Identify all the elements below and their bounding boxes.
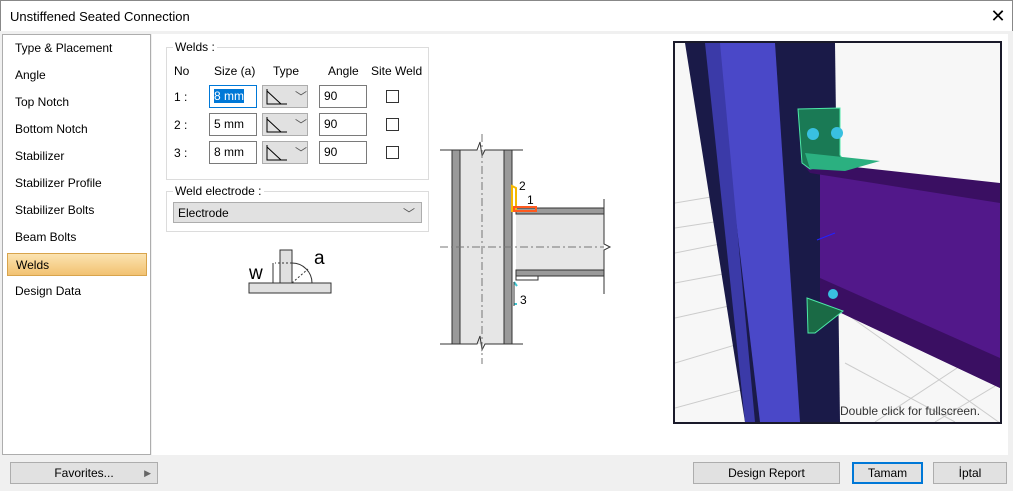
weld-size-value: 5 mm [214,117,244,131]
weld-label-3: 3 [520,293,527,307]
sidebar: Type & Placement Angle Top Notch Bottom Not… [2,34,151,455]
header-size: Size (a) [214,64,256,78]
electrode-value: Electrode [178,206,229,220]
chevron-down-icon: ﹀ [295,118,308,132]
weld-type-select[interactable]: ﹀ [262,141,308,164]
site-weld-checkbox[interactable] [386,118,399,131]
favorites-button[interactable]: Favorites... ▶ [10,462,158,484]
header-angle: Angle [328,64,359,78]
fullscreen-hint: Double click for fullscreen. [840,404,981,418]
chevron-right-icon: ▶ [144,468,151,478]
sidebar-item-design-data[interactable]: Design Data [7,280,147,303]
sidebar-item-beam-bolts[interactable]: Beam Bolts [7,226,147,249]
weld-size-value: 8 mm [214,89,244,103]
close-icon[interactable]: ✕ [987,5,1009,27]
weld-angle-input[interactable]: 90 [319,113,367,136]
electrode-select[interactable]: Electrode ﹀ [173,202,422,223]
window-title: Unstiffened Seated Connection [10,9,190,24]
design-report-button[interactable]: Design Report [693,462,840,484]
weld-row-no: 3 : [174,146,188,160]
fillet-weld-icon [266,117,287,133]
fillet-weld-icon [266,89,287,105]
electrode-legend: Weld electrode : [175,184,262,198]
sidebar-item-welds[interactable]: Welds [7,253,147,276]
sidebar-item-bottom-notch[interactable]: Bottom Notch [7,118,147,141]
sidebar-item-stabilizer[interactable]: Stabilizer [7,145,147,168]
welds-legend: Welds : [175,40,215,54]
weld-angle-input[interactable]: 90 [319,141,367,164]
site-weld-checkbox[interactable] [386,146,399,159]
favorites-label: Favorites... [54,466,114,480]
weld-type-select[interactable]: ﹀ [262,85,308,108]
connection-section-drawing: 2 1 3 [440,134,612,364]
fillet-weld-icon [266,145,287,161]
weld-label-2: 2 [519,179,526,193]
sidebar-item-stabilizer-profile[interactable]: Stabilizer Profile [7,172,147,195]
3d-model-view [675,43,1000,422]
chevron-down-icon: ﹀ [295,90,308,104]
header-type: Type [273,64,300,78]
sidebar-item-stabilizer-bolts[interactable]: Stabilizer Bolts [7,199,147,222]
header-no: No [174,64,190,78]
a-label: a [314,248,325,269]
header-site-weld: Site Weld [371,64,423,78]
site-weld-checkbox[interactable] [386,90,399,103]
sidebar-item-type-placement[interactable]: Type & Placement [7,37,147,60]
weld-label-1: 1 [527,193,534,207]
weld-type-select[interactable]: ﹀ [262,113,308,136]
weld-size-input[interactable]: 8 mm [209,85,257,108]
chevron-down-icon: ﹀ [295,146,308,160]
ok-button[interactable]: Tamam [852,462,923,484]
weld-size-input[interactable]: 8 mm [209,141,257,164]
weld-row-no: 2 : [174,118,188,132]
weld-angle-input[interactable]: 90 [319,85,367,108]
weld-size-input[interactable]: 5 mm [209,113,257,136]
sidebar-item-top-notch[interactable]: Top Notch [7,91,147,114]
sidebar-item-angle[interactable]: Angle [7,64,147,87]
chevron-down-icon: ﹀ [402,207,415,221]
weld-size-value: 8 mm [214,145,244,159]
title-bar: Unstiffened Seated Connection ✕ [0,0,1013,31]
weld-size-diagram: w a [248,248,332,294]
cancel-button[interactable]: İptal [933,462,1007,484]
3d-viewer[interactable]: Double click for fullscreen. [673,41,1002,424]
w-label: w [248,263,263,284]
weld-row-no: 1 : [174,90,188,104]
